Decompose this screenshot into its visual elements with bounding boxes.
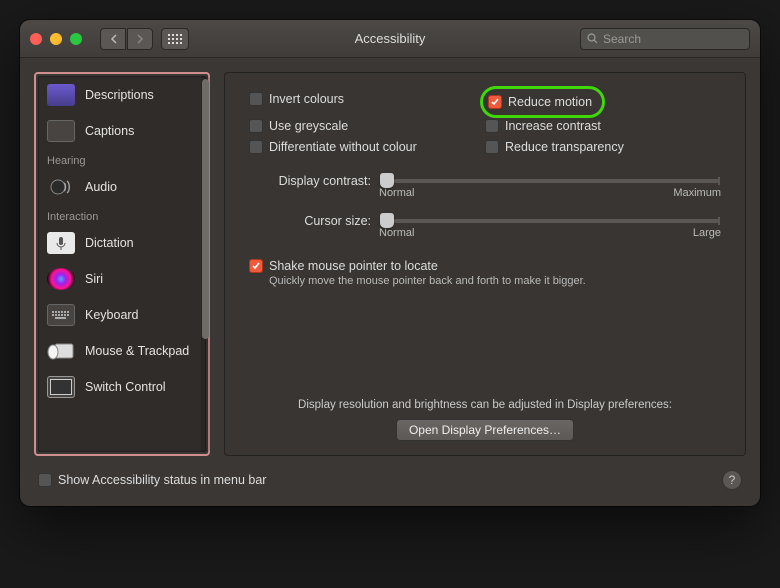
- slider-min-label: Normal: [379, 227, 414, 239]
- checkbox-icon: [249, 92, 263, 106]
- window-title: Accessibility: [355, 31, 426, 46]
- traffic-lights: [30, 33, 82, 45]
- back-button[interactable]: [100, 28, 126, 50]
- sidebar-item-label: Mouse & Trackpad: [85, 344, 189, 358]
- chevron-left-icon: [110, 34, 117, 44]
- close-button[interactable]: [30, 33, 42, 45]
- cursor-size-row: Cursor size: Normal Large: [249, 213, 721, 239]
- display-prefs-info: Display resolution and brightness can be…: [249, 399, 721, 441]
- checkbox-label: Increase contrast: [505, 119, 601, 133]
- display-contrast-slider[interactable]: Normal Maximum: [379, 173, 721, 199]
- audio-icon: [47, 176, 75, 198]
- slider-thumb[interactable]: [380, 213, 394, 228]
- display-prefs-text: Display resolution and brightness can be…: [249, 399, 721, 411]
- sidebar-highlight: Descriptions Captions Hearing Audio Inte…: [34, 72, 210, 456]
- checkbox-icon: [249, 259, 263, 273]
- slider-max-label: Large: [693, 227, 721, 239]
- titlebar: Accessibility Search: [20, 20, 760, 58]
- sidebar-item-label: Dictation: [85, 236, 134, 250]
- show-all-button[interactable]: [161, 28, 189, 50]
- sidebar-item-dictation[interactable]: Dictation: [39, 225, 205, 261]
- accessibility-window: Accessibility Search Descriptions Captio…: [20, 20, 760, 506]
- captions-icon: [47, 120, 75, 142]
- sidebar-item-captions[interactable]: Captions: [39, 113, 205, 149]
- siri-icon: [47, 268, 75, 290]
- checkbox-icon: [485, 140, 499, 154]
- checkbox-use-greyscale[interactable]: Use greyscale: [249, 116, 485, 136]
- slider-thumb[interactable]: [380, 173, 394, 188]
- checkbox-show-status-menubar[interactable]: Show Accessibility status in menu bar: [38, 470, 266, 490]
- slider-max-label: Maximum: [673, 187, 721, 199]
- minimize-button[interactable]: [50, 33, 62, 45]
- checkbox-differentiate-without-colour[interactable]: Differentiate without colour: [249, 137, 485, 157]
- open-display-preferences-button[interactable]: Open Display Preferences…: [396, 419, 574, 441]
- main-panel: Invert colours Reduce motion Use greysca…: [224, 72, 746, 456]
- display-contrast-row: Display contrast: Normal Maximum: [249, 173, 721, 199]
- checkbox-label: Reduce transparency: [505, 140, 624, 154]
- checkbox-label: Reduce motion: [508, 95, 592, 109]
- sidebar-item-label: Descriptions: [85, 88, 154, 102]
- checkbox-icon: [488, 95, 502, 109]
- display-contrast-label: Display contrast:: [249, 173, 379, 188]
- keyboard-icon: [47, 304, 75, 326]
- sidebar-section-hearing: Hearing: [39, 149, 205, 169]
- descriptions-icon: [47, 84, 75, 106]
- checkbox-icon: [485, 119, 499, 133]
- sidebar-item-siri[interactable]: Siri: [39, 261, 205, 297]
- chevron-right-icon: [137, 34, 144, 44]
- display-checkboxes: Invert colours Reduce motion Use greysca…: [249, 89, 721, 157]
- checkbox-label: Differentiate without colour: [269, 140, 417, 154]
- nav-buttons: [100, 28, 153, 50]
- zoom-button[interactable]: [70, 33, 82, 45]
- sidebar: Descriptions Captions Hearing Audio Inte…: [38, 76, 206, 452]
- search-input[interactable]: Search: [580, 28, 750, 50]
- checkbox-increase-contrast[interactable]: Increase contrast: [485, 116, 721, 136]
- switch-control-icon: [47, 376, 75, 398]
- forward-button[interactable]: [127, 28, 153, 50]
- sidebar-item-mouse-trackpad[interactable]: Mouse & Trackpad: [39, 333, 205, 369]
- checkbox-reduce-motion[interactable]: Reduce motion: [488, 92, 592, 112]
- sidebar-item-audio[interactable]: Audio: [39, 169, 205, 205]
- grid-icon: [168, 34, 182, 44]
- sidebar-item-label: Audio: [85, 180, 117, 194]
- checkbox-icon: [249, 140, 263, 154]
- sidebar-item-descriptions[interactable]: Descriptions: [39, 77, 205, 113]
- slider-min-label: Normal: [379, 187, 414, 199]
- content-area: Descriptions Captions Hearing Audio Inte…: [20, 58, 760, 470]
- cursor-size-label: Cursor size:: [249, 213, 379, 228]
- shake-pointer-section: Shake mouse pointer to locate Quickly mo…: [249, 259, 721, 287]
- search-placeholder: Search: [603, 32, 641, 46]
- sidebar-item-switch-control[interactable]: Switch Control: [39, 369, 205, 405]
- search-icon: [587, 33, 598, 44]
- checkbox-invert-colours[interactable]: Invert colours: [249, 89, 485, 109]
- reduce-motion-highlight: Reduce motion: [480, 86, 605, 118]
- checkbox-shake-pointer[interactable]: Shake mouse pointer to locate: [249, 259, 721, 273]
- bottom-bar: Show Accessibility status in menu bar ?: [20, 470, 760, 506]
- sidebar-item-label: Switch Control: [85, 380, 166, 394]
- checkbox-label: Show Accessibility status in menu bar: [58, 473, 266, 487]
- sidebar-scrollbar[interactable]: [201, 76, 210, 452]
- shake-pointer-description: Quickly move the mouse pointer back and …: [269, 275, 721, 287]
- sidebar-scrollbar-thumb[interactable]: [202, 79, 209, 339]
- mouse-trackpad-icon: [47, 340, 75, 362]
- checkbox-reduce-transparency[interactable]: Reduce transparency: [485, 137, 721, 157]
- checkbox-icon: [249, 119, 263, 133]
- checkbox-label: Shake mouse pointer to locate: [269, 259, 438, 273]
- sidebar-item-label: Siri: [85, 272, 103, 286]
- help-button[interactable]: ?: [722, 470, 742, 490]
- sidebar-item-label: Captions: [85, 124, 134, 138]
- sidebar-item-keyboard[interactable]: Keyboard: [39, 297, 205, 333]
- checkbox-icon: [38, 473, 52, 487]
- dictation-icon: [47, 232, 75, 254]
- sidebar-section-interaction: Interaction: [39, 205, 205, 225]
- cursor-size-slider[interactable]: Normal Large: [379, 213, 721, 239]
- sidebar-item-label: Keyboard: [85, 308, 139, 322]
- checkbox-label: Use greyscale: [269, 119, 348, 133]
- checkbox-label: Invert colours: [269, 92, 344, 106]
